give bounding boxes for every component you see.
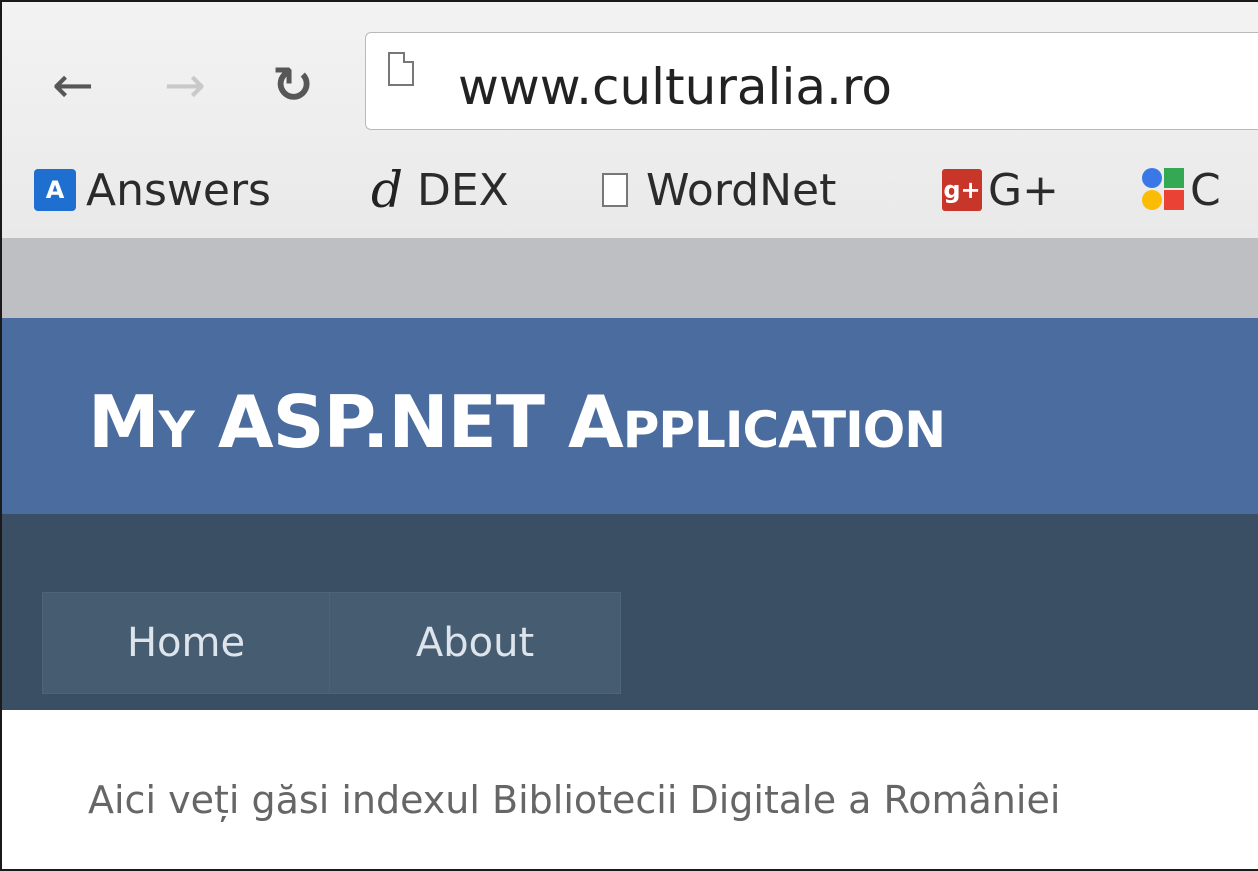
bookmark-label: Answers xyxy=(86,164,271,216)
answers-icon: A xyxy=(34,169,76,211)
bookmark-label: G+ xyxy=(988,164,1059,216)
menu-item-home[interactable]: Home xyxy=(43,593,330,693)
menu-item-about[interactable]: About xyxy=(330,593,620,693)
bookmark-google-plus[interactable]: g+ G+ xyxy=(942,150,1059,230)
bookmark-label: DEX xyxy=(417,164,509,216)
reload-icon[interactable]: ↻ xyxy=(258,50,328,120)
main-menu: Home About xyxy=(42,592,621,694)
main-content-text: Aici veți găsi indexul Bibliotecii Digit… xyxy=(88,778,1061,822)
dex-icon: d xyxy=(370,161,403,219)
bookmark-google[interactable]: C xyxy=(1142,150,1221,230)
address-url[interactable]: www.culturalia.ro xyxy=(458,52,892,122)
bookmark-dex[interactable]: d DEX xyxy=(367,150,509,230)
forward-arrow-icon[interactable]: → xyxy=(150,50,220,120)
google-apps-icon xyxy=(1142,168,1184,212)
bookmarks-bar: A Answers d DEX WordNet g+ G+ C xyxy=(2,150,1258,230)
page-top-strip xyxy=(2,238,1258,318)
google-plus-icon: g+ xyxy=(942,169,982,211)
bookmark-label: C xyxy=(1190,164,1221,216)
page-icon xyxy=(388,52,414,86)
page-icon xyxy=(602,173,628,207)
back-arrow-icon[interactable]: ← xyxy=(38,50,108,120)
site-title: My ASP.NET Application xyxy=(88,380,946,464)
bookmark-answers[interactable]: A Answers xyxy=(34,150,271,230)
bookmark-wordnet[interactable]: WordNet xyxy=(602,150,836,230)
bookmark-label: WordNet xyxy=(646,164,837,216)
